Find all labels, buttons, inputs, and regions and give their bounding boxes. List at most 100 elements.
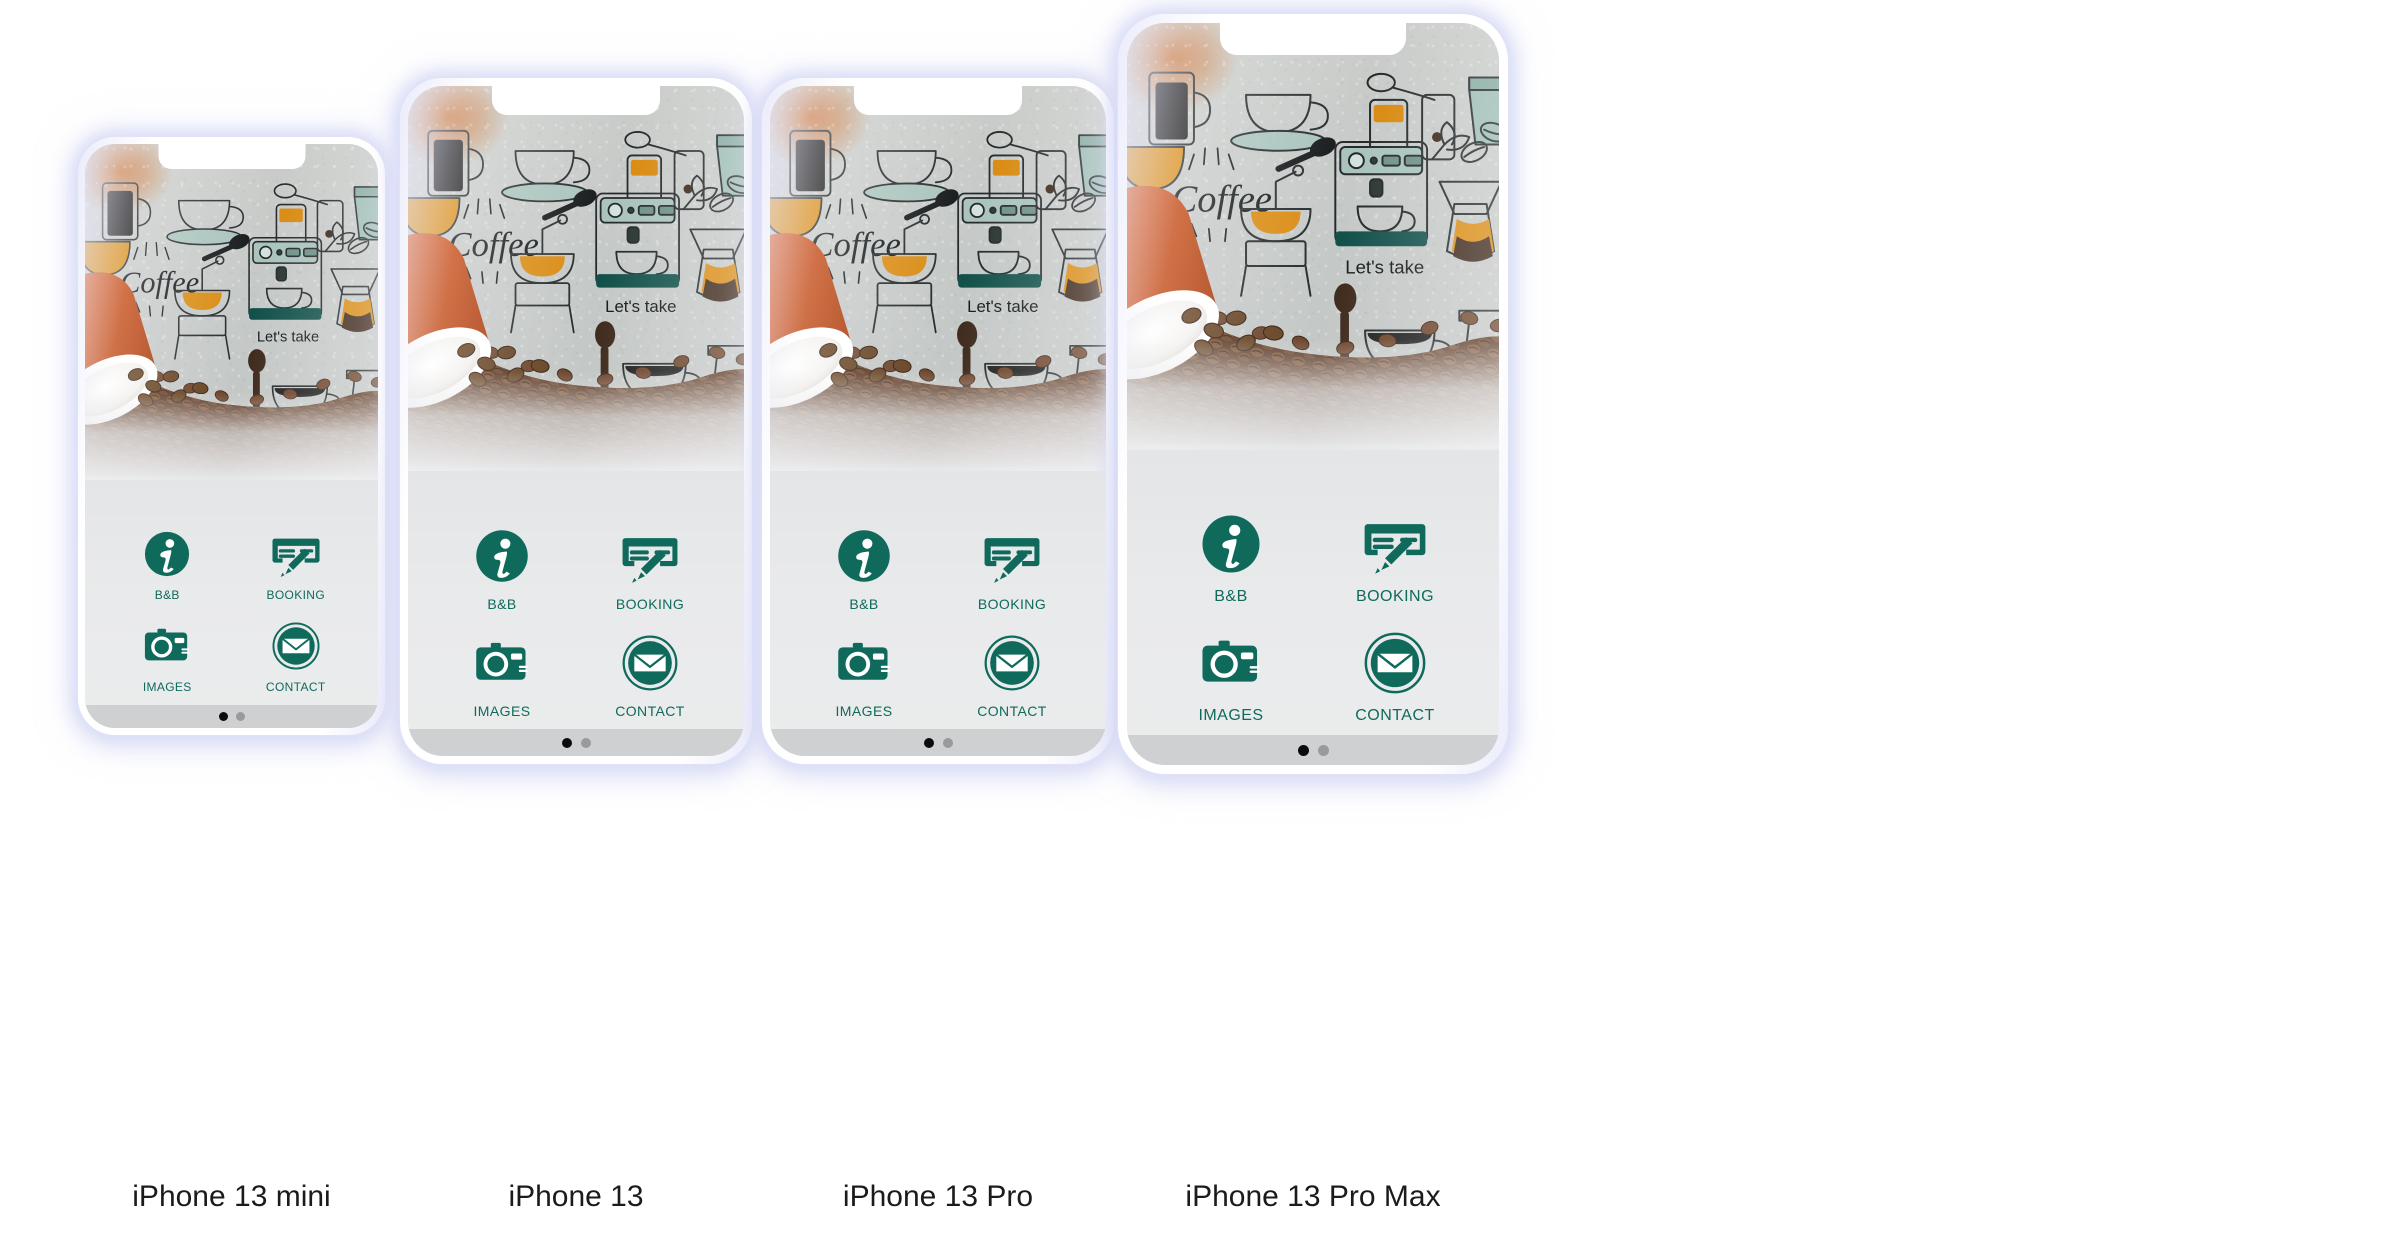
app-tile-label-booking: BOOKING <box>977 596 1047 612</box>
page-dots[interactable] <box>218 712 245 721</box>
device-name-label-iphone-13-pro: iPhone 13 Pro <box>842 1180 1034 1213</box>
photo-fade <box>770 370 1106 471</box>
app-launcher-pane: B&B BOOKING IMAGES CONTACT <box>770 471 1106 756</box>
screen-notch <box>854 86 1022 115</box>
form-pen-icon[interactable] <box>272 530 320 578</box>
phone-frame-iphone-13-mini: Coffee Let's take B&B BOOKING IMAGES CON… <box>78 137 385 735</box>
camera-icon[interactable] <box>836 635 892 691</box>
app-tile-booking[interactable]: BOOKING <box>576 528 724 612</box>
app-launcher-pane: B&B BOOKING IMAGES CONTACT <box>1127 450 1499 765</box>
phone-screen-iphone-13-mini: Coffee Let's take B&B BOOKING IMAGES CON… <box>85 144 378 728</box>
device-name-label-iphone-13-mini: iPhone 13 mini <box>132 1180 331 1213</box>
info-circle-icon[interactable] <box>836 528 892 584</box>
page-dot-2[interactable] <box>580 737 591 748</box>
app-tile-label-contact: CONTACT <box>977 703 1047 719</box>
page-dot-2[interactable] <box>942 737 953 748</box>
app-tile-label-booking: BOOKING <box>615 596 685 612</box>
photo-fade <box>85 392 378 480</box>
app-tile-label-contact: CONTACT <box>615 703 685 719</box>
app-launcher-pane: B&B BOOKING IMAGES CONTACT <box>408 471 744 756</box>
page-dots[interactable] <box>1297 744 1329 756</box>
app-tile-label-bb: B&B <box>1214 588 1248 605</box>
app-icon-grid: B&B BOOKING IMAGES CONTACT <box>1127 513 1499 725</box>
envelope-circle-icon[interactable] <box>984 635 1040 691</box>
page-dot-1[interactable] <box>218 712 228 721</box>
device-mockup-iphone-13-pro: Coffee Let's take B&B BOOKING IMAGES CON… <box>762 78 1114 1214</box>
app-tile-label-images: IMAGES <box>1198 707 1264 724</box>
home-indicator-bar <box>408 729 744 756</box>
app-tile-booking[interactable]: BOOKING <box>938 528 1086 612</box>
home-indicator-bar <box>85 705 378 728</box>
photo-fade <box>408 370 744 471</box>
phone-frame-iphone-13-pro-max: Coffee Let's take B&B BOOKING IMAGES CON… <box>1118 14 1508 774</box>
app-tile-images[interactable]: IMAGES <box>428 635 576 719</box>
device-name-label-iphone-13-pro-max: iPhone 13 Pro Max <box>1185 1180 1441 1213</box>
phone-screen-iphone-13-pro: Coffee Let's take B&B BOOKING IMAGES CON… <box>770 86 1106 756</box>
phone-frame-iphone-13-pro: Coffee Let's take B&B BOOKING IMAGES CON… <box>762 78 1114 764</box>
app-tile-label-bb: B&B <box>487 596 517 612</box>
app-tile-label-booking: BOOKING <box>1355 588 1435 605</box>
app-tile-contact[interactable]: CONTACT <box>938 635 1086 719</box>
app-tile-label-images: IMAGES <box>142 680 192 694</box>
form-pen-icon[interactable] <box>1364 513 1426 575</box>
app-tile-images[interactable]: IMAGES <box>790 635 938 719</box>
phone-screen-iphone-13-pro-max: Coffee Let's take B&B BOOKING IMAGES CON… <box>1127 23 1499 765</box>
app-tile-label-images: IMAGES <box>473 703 531 719</box>
camera-icon[interactable] <box>143 622 191 670</box>
app-icon-grid: B&B BOOKING IMAGES CONTACT <box>85 530 378 694</box>
page-dot-1[interactable] <box>1297 744 1309 756</box>
photo-fade <box>1127 338 1499 450</box>
app-launcher-pane: B&B BOOKING IMAGES CONTACT <box>85 480 378 728</box>
app-tile-images[interactable]: IMAGES <box>103 622 232 694</box>
app-tile-bb[interactable]: B&B <box>1149 513 1313 606</box>
info-circle-icon[interactable] <box>143 530 191 578</box>
home-indicator-bar <box>1127 735 1499 765</box>
page-dots[interactable] <box>923 737 953 748</box>
wallpaper-photo: Coffee Let's take <box>770 86 1106 471</box>
device-mockup-iphone-13-pro-max: Coffee Let's take B&B BOOKING IMAGES CON… <box>1118 14 1508 1214</box>
screen-notch <box>158 144 305 169</box>
info-circle-icon[interactable] <box>474 528 530 584</box>
app-tile-images[interactable]: IMAGES <box>1149 632 1313 725</box>
app-tile-booking[interactable]: BOOKING <box>232 530 361 602</box>
device-mockup-iphone-13: Coffee Let's take B&B BOOKING IMAGES CON… <box>400 78 752 1214</box>
app-tile-label-contact: CONTACT <box>1355 707 1435 724</box>
app-tile-bb[interactable]: B&B <box>428 528 576 612</box>
camera-icon[interactable] <box>474 635 530 691</box>
app-tile-label-contact: CONTACT <box>265 680 326 694</box>
app-tile-bb[interactable]: B&B <box>790 528 938 612</box>
wallpaper-photo: Coffee Let's take <box>408 86 744 471</box>
app-icon-grid: B&B BOOKING IMAGES CONTACT <box>408 528 744 719</box>
page-dot-1[interactable] <box>561 737 572 748</box>
page-dot-2[interactable] <box>1317 744 1329 756</box>
mockup-canvas: Coffee Let's take B&B BOOKING IMAGES CON… <box>0 0 2392 1250</box>
app-tile-label-bb: B&B <box>154 588 180 602</box>
envelope-circle-icon[interactable] <box>1364 632 1426 694</box>
app-icon-grid: B&B BOOKING IMAGES CONTACT <box>770 528 1106 719</box>
app-tile-booking[interactable]: BOOKING <box>1313 513 1477 606</box>
app-tile-label-booking: BOOKING <box>266 588 326 602</box>
home-indicator-bar <box>770 729 1106 756</box>
info-circle-icon[interactable] <box>1200 513 1262 575</box>
form-pen-icon[interactable] <box>622 528 678 584</box>
device-mockup-iphone-13-mini: Coffee Let's take B&B BOOKING IMAGES CON… <box>78 137 385 1214</box>
screen-notch <box>492 86 660 115</box>
phone-screen-iphone-13: Coffee Let's take B&B BOOKING IMAGES CON… <box>408 86 744 756</box>
screen-notch <box>1220 23 1406 55</box>
envelope-circle-icon[interactable] <box>622 635 678 691</box>
device-name-label-iphone-13: iPhone 13 <box>508 1180 644 1213</box>
wallpaper-photo: Coffee Let's take <box>1127 23 1499 450</box>
page-dot-1[interactable] <box>923 737 934 748</box>
app-tile-contact[interactable]: CONTACT <box>1313 632 1477 725</box>
wallpaper-photo: Coffee Let's take <box>85 144 378 480</box>
page-dots[interactable] <box>561 737 591 748</box>
camera-icon[interactable] <box>1200 632 1262 694</box>
envelope-circle-icon[interactable] <box>272 622 320 670</box>
phone-frame-iphone-13: Coffee Let's take B&B BOOKING IMAGES CON… <box>400 78 752 764</box>
form-pen-icon[interactable] <box>984 528 1040 584</box>
app-tile-contact[interactable]: CONTACT <box>576 635 724 719</box>
app-tile-contact[interactable]: CONTACT <box>232 622 361 694</box>
page-dot-2[interactable] <box>235 712 245 721</box>
app-tile-bb[interactable]: B&B <box>103 530 232 602</box>
app-tile-label-images: IMAGES <box>835 703 893 719</box>
